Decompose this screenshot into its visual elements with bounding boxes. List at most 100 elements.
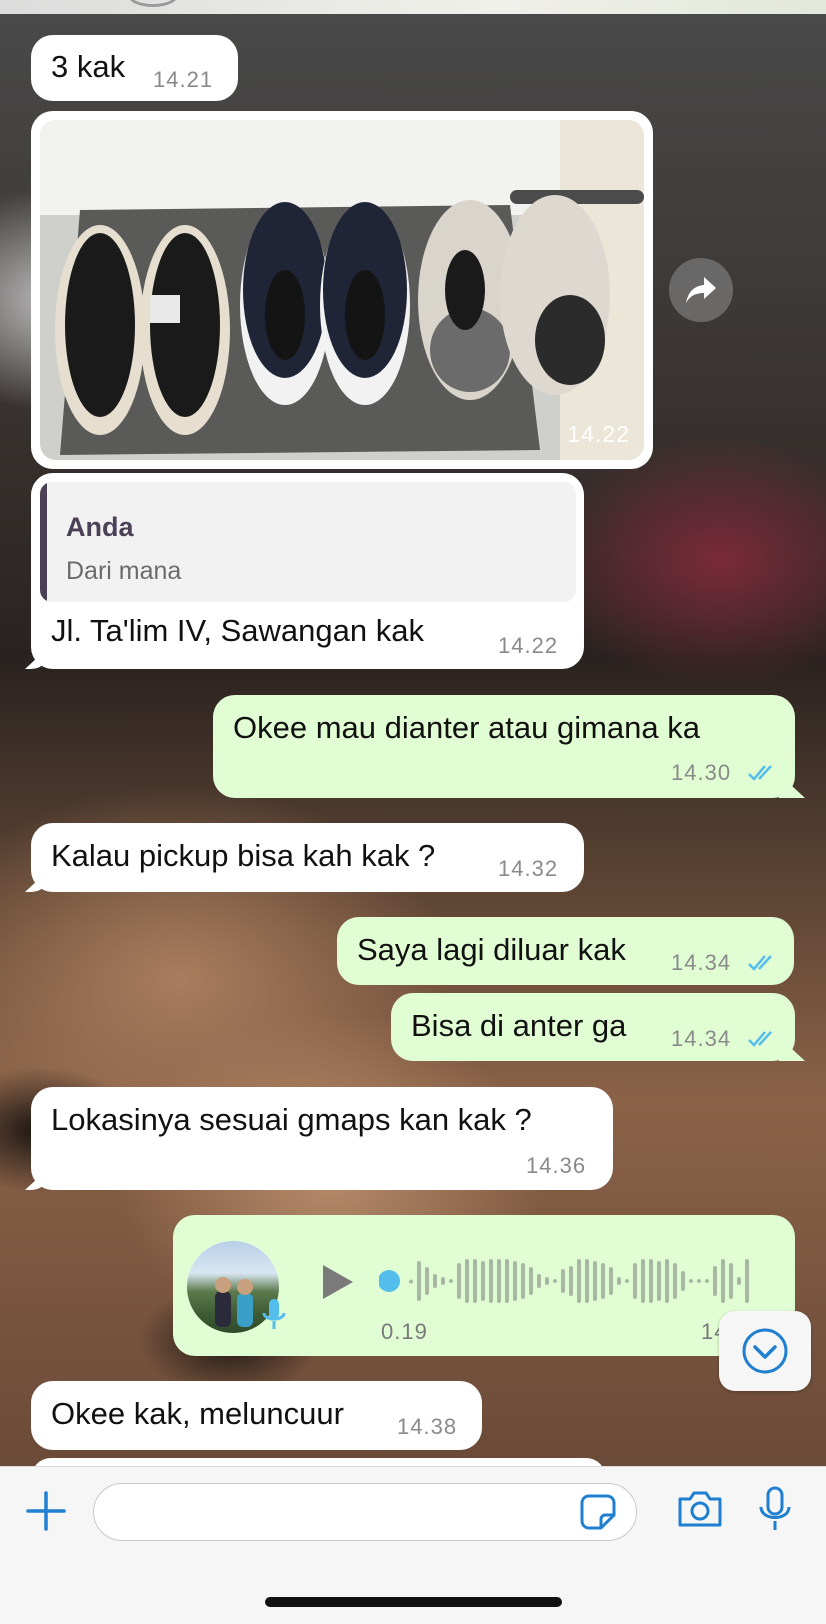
message-photo[interactable]: 14.22: [31, 111, 653, 469]
message-text: Okee mau dianter atau gimana ka: [233, 710, 700, 745]
waveform-bar: [425, 1267, 429, 1295]
message-text: Kalau pickup bisa kah kak ?: [51, 838, 436, 873]
message-incoming[interactable]: Lokasinya sesuai gmaps kan kak ? 14.36: [25, 1087, 613, 1190]
camera-button[interactable]: [674, 1483, 726, 1535]
message-incoming[interactable]: 3 kak 14.21: [31, 35, 238, 101]
waveform-bar: [609, 1267, 613, 1295]
message-outgoing[interactable]: Saya lagi diluar kak 14.34: [337, 917, 794, 985]
waveform-bar: [433, 1274, 437, 1288]
message-text: Okee kak, meluncuur: [51, 1396, 344, 1431]
photo-time: 14.22: [567, 421, 630, 447]
message-text: 3 kak: [51, 49, 126, 84]
waveform-bar: [577, 1259, 581, 1303]
message-text: Bisa di anter ga: [411, 1008, 627, 1043]
waveform-bar: [489, 1259, 493, 1303]
waveform-bar: [617, 1277, 621, 1285]
double-check-icon: [748, 955, 772, 971]
waveform-bar: [633, 1263, 637, 1299]
message-outgoing[interactable]: Okee mau dianter atau gimana ka 14.30: [213, 695, 805, 798]
message-time: 14.36: [526, 1153, 587, 1178]
header-edge: [0, 0, 826, 14]
message-time: 14.34: [671, 950, 732, 975]
double-check-icon: [748, 1031, 772, 1047]
waveform-bar: [729, 1263, 733, 1299]
message-time: 14.38: [397, 1414, 458, 1439]
message-reply[interactable]: Anda Dari mana Jl. Ta'lim IV, Sawangan k…: [25, 473, 584, 669]
chevron-down-icon: [742, 1328, 788, 1374]
waveform-bar: [641, 1259, 645, 1303]
waveform-bar: [529, 1267, 533, 1295]
message-incoming[interactable]: Okee kak, meluncuur 14.38: [31, 1381, 482, 1450]
message-time: 14.21: [153, 67, 214, 92]
message-time: 14.22: [498, 633, 559, 658]
voice-waveform[interactable]: [379, 1251, 779, 1311]
message-input-field[interactable]: [93, 1483, 637, 1541]
waveform-bar: [569, 1266, 573, 1296]
playhead[interactable]: [379, 1270, 400, 1292]
waveform-bar: [409, 1279, 413, 1284]
waveform-bar: [657, 1261, 661, 1301]
waveform-bar: [473, 1259, 477, 1303]
waveform-bar: [545, 1277, 549, 1285]
microphone-icon: [759, 1486, 791, 1530]
sticker-button[interactable]: [578, 1492, 618, 1532]
plus-icon: [26, 1491, 66, 1531]
waveform-bar: [441, 1277, 445, 1285]
waveform-bar: [417, 1261, 421, 1301]
message-time: 14.32: [498, 856, 559, 881]
waveform-bar: [481, 1261, 485, 1301]
waveform-bar: [737, 1277, 741, 1285]
play-icon: [323, 1265, 353, 1299]
camera-icon: [678, 1491, 722, 1527]
waveform-bar: [593, 1261, 597, 1301]
quoted-message[interactable]: Anda Dari mana: [40, 482, 576, 602]
waveform-bar: [745, 1259, 749, 1303]
home-indicator: [265, 1597, 562, 1607]
waveform-bar: [721, 1259, 725, 1303]
waveform-bar: [665, 1259, 669, 1303]
attach-button[interactable]: [20, 1485, 72, 1537]
waveform-bar: [673, 1263, 677, 1299]
waveform-bar: [697, 1279, 701, 1283]
waveform-bar: [505, 1259, 509, 1303]
waveform-bar: [601, 1263, 605, 1299]
message-outgoing[interactable]: Bisa di anter ga 14.34: [391, 993, 805, 1061]
waveform-bar: [465, 1259, 469, 1303]
waveform-bar: [649, 1259, 653, 1303]
voice-duration: 0.19: [381, 1319, 428, 1344]
waveform-bar: [521, 1263, 525, 1299]
play-button[interactable]: [313, 1257, 363, 1307]
quote-text: Dari mana: [66, 557, 182, 585]
voice-message[interactable]: 0.19 14.3: [173, 1215, 795, 1356]
message-incoming[interactable]: Kalau pickup bisa kah kak ? 14.32: [25, 823, 584, 892]
waveform-bar: [457, 1263, 461, 1299]
forward-arrow-icon: [686, 277, 716, 303]
waveform-bar: [513, 1261, 517, 1301]
message-text: Jl. Ta'lim IV, Sawangan kak: [51, 613, 424, 648]
waveform-bar: [689, 1279, 693, 1283]
sticker-icon: [580, 1494, 616, 1530]
quote-author: Anda: [66, 512, 134, 542]
voice-record-button[interactable]: [752, 1481, 798, 1537]
waveform-bar: [625, 1279, 629, 1283]
waveform-bar: [705, 1279, 709, 1283]
waveform-bar: [497, 1259, 501, 1303]
message-time: 14.30: [671, 760, 732, 785]
message-time: 14.34: [671, 1026, 732, 1051]
composer-bar: [0, 1466, 826, 1624]
shoes-photo: [40, 120, 644, 460]
double-check-icon: [748, 765, 772, 781]
microphone-icon: [262, 1299, 286, 1329]
waveform-bar: [449, 1279, 453, 1283]
message-input[interactable]: [114, 1484, 558, 1538]
waveform-bar: [561, 1269, 565, 1293]
message-text: Lokasinya sesuai gmaps kan kak ?: [51, 1102, 532, 1137]
waveform-bar: [681, 1271, 685, 1291]
forward-button[interactable]: [669, 258, 733, 322]
waveform-bar: [537, 1274, 541, 1288]
scroll-to-bottom-button[interactable]: [719, 1311, 811, 1391]
waveform-bar: [713, 1266, 717, 1296]
message-text: Saya lagi diluar kak: [357, 932, 626, 967]
photo-image[interactable]: 14.22: [40, 120, 644, 460]
waveform-bar: [553, 1279, 557, 1283]
